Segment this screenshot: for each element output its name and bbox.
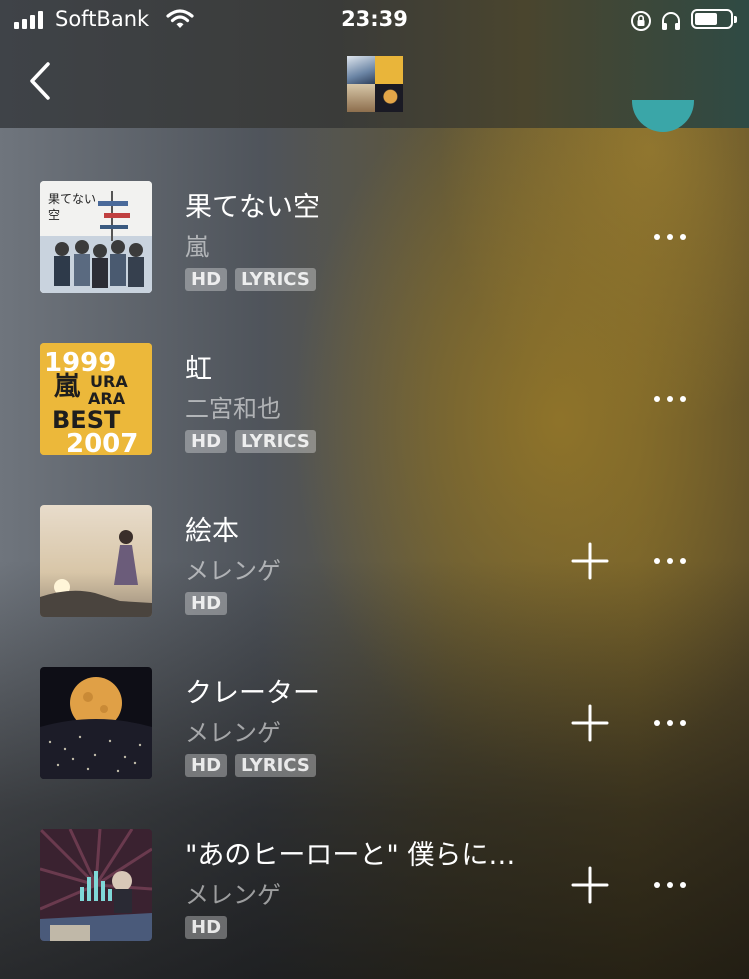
more-options-icon[interactable]	[650, 227, 690, 247]
status-bar: SoftBank 23:39	[0, 0, 749, 40]
hd-badge: HD	[185, 754, 228, 777]
rotation-lock-icon	[631, 11, 651, 31]
more-options-icon[interactable]	[650, 713, 690, 733]
hd-badge: HD	[185, 592, 228, 615]
track-artist: 嵐	[185, 233, 209, 261]
track-row[interactable]: 絵本 メレンゲ HD	[0, 489, 749, 651]
track-artist: メレンゲ	[185, 881, 281, 909]
track-title: 虹	[185, 354, 212, 385]
add-to-library-icon[interactable]	[571, 542, 609, 580]
lyrics-badge: LYRICS	[235, 754, 316, 777]
hd-badge: HD	[185, 916, 228, 939]
battery-icon	[691, 9, 737, 29]
album-art: 果てない 空	[40, 181, 152, 293]
track-artist: メレンゲ	[185, 557, 281, 585]
now-playing-indicator	[80, 867, 114, 901]
track-title: 果てない空	[185, 192, 320, 223]
track-title: 絵本	[185, 516, 239, 547]
hd-badge: HD	[185, 268, 228, 291]
album-art-year-end: 2007	[66, 429, 138, 455]
more-options-icon[interactable]	[650, 389, 690, 409]
hd-badge: HD	[185, 430, 228, 453]
svg-text:嵐: 嵐	[54, 372, 81, 402]
more-options-icon[interactable]	[650, 875, 690, 895]
track-title: クレーター	[185, 678, 320, 709]
top-bar: SoftBank 23:39	[0, 0, 749, 132]
track-row[interactable]: 果てない 空 果てない空 嵐 HD LYRICS	[0, 165, 749, 327]
track-badges: HD LYRICS	[185, 754, 316, 777]
album-art: 1999 嵐 URA ARA BEST 2007	[40, 343, 152, 455]
more-options-icon[interactable]	[650, 551, 690, 571]
track-badges: HD LYRICS	[185, 268, 316, 291]
svg-text:空: 空	[48, 208, 60, 222]
track-artist: 二宮和也	[185, 395, 281, 423]
album-art	[40, 667, 152, 779]
track-badges: HD	[185, 592, 228, 615]
album-art	[40, 505, 152, 617]
svg-text:果てない: 果てない	[48, 192, 96, 206]
track-badges: HD	[185, 916, 228, 939]
track-row[interactable]: クレーター メレンゲ HD LYRICS	[0, 651, 749, 813]
track-row[interactable]: 1999 嵐 URA ARA BEST 2007 虹 二宮和也 HD LYRIC…	[0, 327, 749, 489]
track-title: "あのヒーローと" 僕らに…	[185, 840, 516, 871]
add-to-library-icon[interactable]	[571, 704, 609, 742]
track-badges: HD LYRICS	[185, 430, 316, 453]
floating-action-indicator	[632, 100, 694, 132]
track-artist: メレンゲ	[185, 719, 281, 747]
track-row[interactable]: "あのヒーローと" 僕らに… メレンゲ HD	[0, 813, 749, 975]
playlist-cover-art	[347, 56, 403, 112]
back-button[interactable]	[22, 56, 62, 106]
album-art	[40, 829, 152, 941]
add-to-library-icon[interactable]	[571, 866, 609, 904]
headphones-icon	[662, 12, 680, 30]
lyrics-badge: LYRICS	[235, 430, 316, 453]
lyrics-badge: LYRICS	[235, 268, 316, 291]
